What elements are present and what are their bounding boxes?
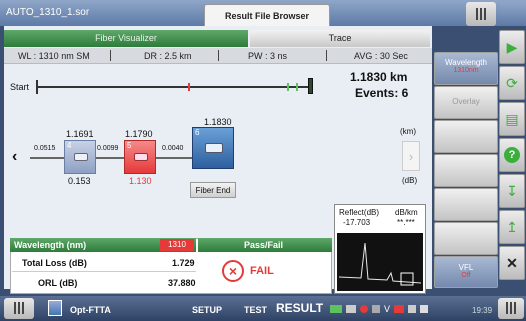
overlay-button[interactable]: Overlay (434, 86, 498, 119)
mini-trace-graph (338, 242, 422, 286)
event-count: Events: 6 (355, 86, 409, 100)
right-empty-button-2[interactable] (434, 154, 498, 187)
vfl-value: Off (461, 272, 471, 279)
fail-status: FAIL (250, 265, 274, 277)
refresh-icon[interactable]: ⟳ (499, 66, 525, 100)
span-length: 0.0515 (34, 145, 56, 152)
passfail-label: Pass/Fail (244, 240, 284, 250)
wavelength-value: 1310 (160, 239, 194, 251)
event-6-fiber-end[interactable]: 6 (192, 127, 234, 169)
row-divider (12, 271, 196, 272)
track-start-marker (36, 80, 38, 94)
span-length: 0.0040 (162, 145, 184, 152)
scroll-left-button[interactable]: ‹ (12, 148, 17, 166)
wifi-icon (360, 305, 368, 313)
track-pass-marker (287, 83, 289, 91)
top-menu-button[interactable] (466, 2, 496, 26)
reflect-value: -17.703 (343, 218, 371, 227)
play-icon[interactable]: ▶ (499, 30, 525, 64)
dbkm-header: dB/km (395, 208, 418, 217)
reflect-panel[interactable]: Reflect(dB) dB/km -17.703 **.*** (334, 204, 426, 294)
bottom-left-menu-button[interactable] (4, 298, 34, 319)
track-fail-marker (188, 83, 190, 91)
overlay-label: Overlay (452, 97, 480, 106)
param-pulse-width: PW : 3 ns (248, 51, 288, 61)
total-loss-value: 1.729 (172, 258, 195, 268)
event-5-loss: 1.130 (129, 176, 152, 186)
orl-value: 37.880 (168, 278, 196, 288)
tab-fiber-visualizer[interactable]: Fiber Visualizer (4, 30, 248, 47)
event-5-distance: 1.1790 (125, 129, 153, 139)
upload-icon[interactable]: ↥ (499, 210, 525, 244)
connector-icon (74, 153, 88, 161)
scroll-right-button[interactable]: › (402, 141, 420, 171)
bottom-right-menu-button[interactable] (498, 298, 524, 319)
help-icon[interactable]: ? (499, 138, 525, 172)
dbkm-value: **.*** (397, 218, 415, 227)
event-4-connector[interactable]: 4 (64, 140, 96, 174)
wavelength-button[interactable]: Wavelength 1310nm (434, 52, 498, 85)
track-end-marker (308, 78, 313, 94)
orl-label: ORL (dB) (38, 278, 78, 288)
wavelength-label: Wavelength (nm) (14, 240, 87, 250)
track-pass-marker (296, 83, 298, 91)
report-icon[interactable]: ▤ (499, 102, 525, 136)
fiber-end-icon (205, 143, 223, 153)
app-icon (48, 300, 62, 316)
total-distance: 1.1830 km (350, 70, 408, 84)
param-wavelength: WL : 1310 nm SM (18, 51, 90, 61)
vfl-button[interactable]: VFL Off (434, 256, 498, 288)
mini-trace (337, 233, 423, 291)
total-loss-label: Total Loss (dB) (22, 258, 87, 268)
event-5-connector[interactable]: 5 (124, 140, 156, 174)
span-length: 0.0099 (97, 145, 119, 152)
usb-icon (372, 305, 380, 313)
network-icon (346, 305, 356, 313)
result-file-browser-tab[interactable]: Result File Browser (204, 4, 330, 26)
event-6-label[interactable]: Fiber End (190, 182, 236, 198)
right-empty-button-3[interactable] (434, 188, 498, 221)
tab-trace[interactable]: Trace (250, 30, 430, 47)
param-distance-range: DR : 2.5 km (144, 51, 192, 61)
speaker-icon (420, 305, 429, 313)
save-icon[interactable]: ↧ (499, 174, 525, 208)
param-average: AVG : 30 Sec (354, 51, 408, 61)
event-6-number: 6 (195, 128, 200, 137)
flag-icon (394, 305, 405, 313)
event-6-distance: 1.1830 (204, 117, 232, 127)
vfl-label: VFL (458, 263, 474, 272)
reflect-header: Reflect(dB) (339, 208, 380, 217)
event-4-number: 4 (67, 141, 72, 150)
fail-icon: × (222, 260, 244, 282)
right-empty-button-1[interactable] (434, 120, 498, 153)
file-name: AUTO_1310_1.sor (6, 7, 90, 18)
setup-button[interactable]: SETUP (192, 305, 222, 315)
fiber-track (36, 86, 311, 88)
status-icons: V (330, 303, 454, 315)
wavelength-button-label: Wavelength (445, 58, 487, 67)
unit-db: (dB) (402, 176, 418, 185)
connector-icon (134, 153, 148, 161)
app-name: Opt-FTTA (70, 305, 111, 315)
start-label: Start (10, 82, 30, 92)
event-4-distance: 1.1691 (66, 129, 94, 139)
result-button[interactable]: RESULT (276, 301, 323, 315)
unit-km: (km) (400, 127, 416, 136)
camera-icon (408, 305, 417, 313)
test-button[interactable]: TEST (244, 305, 267, 315)
battery-icon (330, 305, 342, 313)
clock: 19:39 (472, 306, 493, 315)
event-4-loss: 0.153 (68, 176, 91, 186)
wavelength-button-value: 1310nm (453, 67, 479, 74)
event-5-number: 5 (127, 141, 132, 150)
fiber-line (30, 157, 200, 159)
vfl-status-icon: V (384, 304, 391, 314)
top-right-corner (500, 2, 526, 26)
right-empty-button-4[interactable] (434, 222, 498, 255)
measurement-params: WL : 1310 nm SM DR : 2.5 km PW : 3 ns AV… (4, 48, 432, 64)
close-icon[interactable]: ✕ (499, 246, 525, 280)
